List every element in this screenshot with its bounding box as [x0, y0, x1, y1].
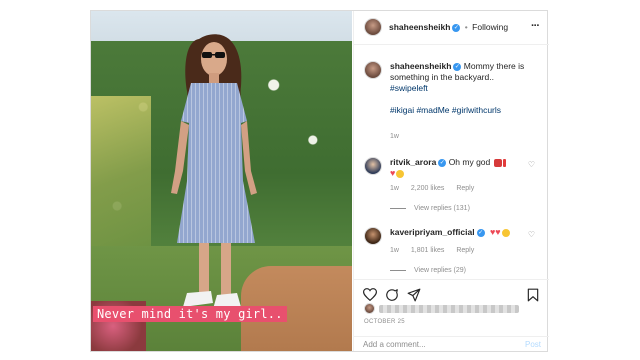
author-avatar[interactable]	[364, 18, 382, 36]
heart-eyes-emoji-icon	[493, 158, 502, 167]
more-horizontal-icon[interactable]: ···	[531, 20, 540, 32]
comment-likes[interactable]: 1,801 likes	[411, 247, 444, 254]
heart-icon[interactable]	[363, 288, 377, 301]
replies-dash	[390, 207, 406, 209]
following-button[interactable]: Following	[472, 22, 508, 32]
commenter-avatar[interactable]	[364, 157, 382, 175]
view-replies-label: View replies (29)	[414, 267, 467, 274]
comment-text-block: ritvik_arora ✓ Oh my god ♥	[390, 157, 506, 179]
heart-eyes-emoji-icon	[501, 228, 510, 237]
red-heart-emoji-icon: ♥	[390, 168, 396, 178]
red-heart-emoji-icon: ♥	[495, 227, 501, 237]
photo-person	[171, 34, 257, 309]
smiling-face-emoji-icon	[396, 169, 405, 178]
liker-avatar[interactable]	[364, 303, 375, 314]
comment-reply-button[interactable]: Reply	[456, 247, 474, 254]
verified-icon: ✓	[476, 228, 485, 237]
caption-line2: something in the backyard..	[390, 72, 494, 82]
post-photo[interactable]: Never mind it's my girl..	[91, 11, 352, 351]
view-replies-button[interactable]: View replies (131)	[390, 205, 470, 212]
hashtag-swipeleft[interactable]: #swipeleft	[390, 83, 428, 93]
caption-meta: 1w	[390, 133, 409, 140]
header-separator: •	[464, 22, 468, 32]
caption-author[interactable]: shaheensheikh	[390, 61, 451, 71]
caption-line1: Mommy there is	[463, 61, 525, 71]
comment-author[interactable]: kaveripriyam_official	[390, 227, 475, 237]
add-comment-bar: Add a comment... Post	[354, 336, 549, 351]
view-replies-label: View replies (131)	[414, 205, 470, 212]
view-replies-button[interactable]: View replies (29)	[390, 267, 466, 274]
add-comment-input[interactable]: Add a comment...	[363, 340, 426, 349]
replies-dash	[390, 269, 406, 271]
comment-icon[interactable]	[385, 288, 399, 302]
blurred-liked-by-text	[379, 305, 519, 313]
comment-reply-button[interactable]: Reply	[456, 185, 474, 192]
liked-by-row	[364, 303, 539, 315]
author-username[interactable]: shaheensheikh	[389, 22, 450, 32]
instagram-post: Never mind it's my girl.. shaheensheikh ✓…	[90, 10, 549, 352]
comment-meta: 1w 2,200 likes Reply	[390, 185, 484, 192]
caption-age: 1w	[390, 133, 399, 140]
comment-likes[interactable]: 2,200 likes	[411, 185, 444, 192]
share-icon[interactable]	[407, 288, 421, 302]
post-date: OCTOBER 25	[364, 319, 405, 325]
verified-icon: ✓	[438, 158, 447, 167]
commenter-avatar[interactable]	[364, 227, 382, 245]
post-comment-button[interactable]: Post	[525, 340, 541, 349]
comment-text: Oh my god	[448, 157, 491, 167]
verified-icon: ✓	[452, 23, 461, 32]
comment-like-heart-icon[interactable]: ♡	[528, 230, 535, 239]
comment-author[interactable]: ritvik_arora	[390, 157, 436, 167]
comment-meta: 1w 1,801 likes Reply	[390, 247, 484, 254]
photo-caption-overlay: Never mind it's my girl..	[93, 306, 287, 322]
header-author-row: shaheensheikh ✓ • Following	[389, 22, 508, 32]
bookmark-icon[interactable]	[527, 288, 539, 302]
caption-hashtags[interactable]: #ikigai #madMe #girlwithcurls	[390, 105, 501, 115]
caption-author-avatar[interactable]	[364, 61, 382, 79]
post-side-panel: shaheensheikh ✓ • Following ··· shaheensh…	[353, 11, 549, 351]
comment-like-heart-icon[interactable]: ♡	[528, 160, 535, 169]
caption-text-block: shaheensheikh ✓ Mommy there is something …	[390, 61, 524, 116]
comment-text-block: kaveripriyam_official ✓ ♥♥	[390, 227, 510, 238]
exclamation-emoji-icon	[502, 158, 506, 167]
comment-age: 1w	[390, 247, 399, 254]
comment-age: 1w	[390, 185, 399, 192]
verified-icon: ✓	[453, 62, 462, 71]
post-header: shaheensheikh ✓ • Following ···	[354, 11, 549, 45]
